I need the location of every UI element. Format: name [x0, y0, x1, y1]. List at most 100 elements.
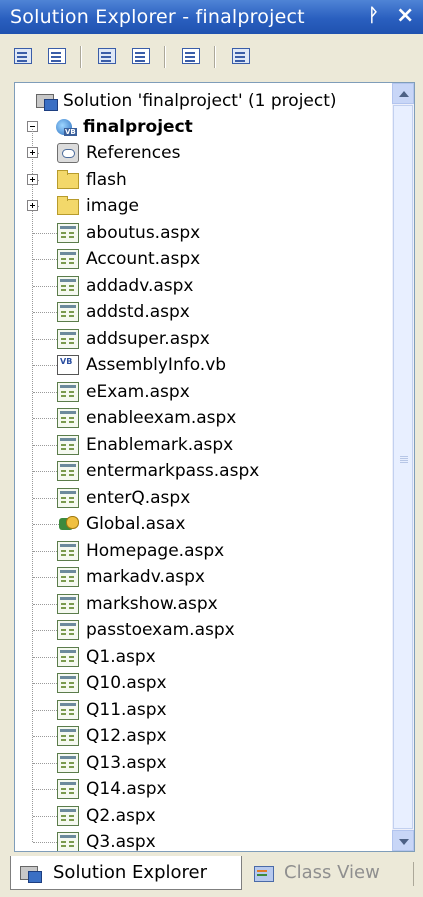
view-designer-button[interactable]: [178, 44, 204, 68]
tree-node-label: entermarkpass.aspx: [86, 461, 260, 481]
tree-node-item[interactable]: passtoexam.aspx: [15, 618, 389, 644]
toolbar-separator: [80, 46, 82, 68]
vertical-scrollbar[interactable]: [392, 83, 414, 851]
tree-guide-line: [33, 232, 59, 234]
aspx-page-icon: [57, 805, 79, 826]
tree-guide-line: [33, 338, 59, 340]
scroll-down-button[interactable]: [392, 830, 414, 851]
aspx-page-icon: [57, 699, 79, 720]
tree-node-label: markadv.aspx: [86, 567, 205, 587]
copy-web-site-button[interactable]: [228, 44, 254, 68]
tree-guide-line: [33, 285, 59, 287]
title-bar: Solution Explorer - finalproject ᚹ ×: [0, 0, 423, 34]
tree-node-label: flash: [86, 169, 127, 190]
tree-guide-line: [33, 736, 59, 737]
tree-guide-line: [33, 683, 59, 684]
close-icon[interactable]: ×: [396, 3, 414, 28]
folder-icon: [57, 169, 79, 189]
tree-node-item[interactable]: Enablemark.aspx: [15, 433, 389, 459]
tab-class-view[interactable]: Class View: [244, 856, 420, 890]
aspx-page-icon: [57, 779, 79, 799]
tree-node-project[interactable]: finalproject: [15, 115, 389, 141]
aspx-page-icon: [57, 593, 79, 614]
aspx-page-icon: [57, 832, 79, 851]
aspx-page-icon: [57, 275, 79, 296]
tree-node-item[interactable]: aboutus.aspx: [15, 221, 389, 247]
tree-node-item[interactable]: AssemblyInfo.vb: [15, 353, 389, 379]
aspx-page-icon: [57, 646, 79, 667]
aspx-page-icon: [57, 487, 79, 508]
aspx-page-icon: [57, 249, 79, 269]
tree-node-item[interactable]: Q1.aspx: [15, 645, 389, 671]
tree-node-item[interactable]: Homepage.aspx: [15, 539, 389, 565]
tree-node-label: eExam.aspx: [86, 381, 190, 402]
grip-icon: [400, 456, 408, 457]
aspx-page-icon: [57, 328, 79, 349]
tab-label: Solution Explorer: [53, 862, 207, 883]
toolbar-separator: [214, 46, 216, 68]
bottom-tab-strip: Solution Explorer Class View: [0, 852, 423, 897]
tree-node-item[interactable]: Account.aspx: [15, 247, 389, 273]
toolbar: [0, 34, 423, 82]
tree-node-item[interactable]: addadv.aspx: [15, 274, 389, 300]
global-asax-icon: [57, 514, 79, 534]
pin-icon[interactable]: ᚹ: [368, 5, 379, 26]
tree-guide-line: [33, 815, 59, 817]
tree-guide-line: [33, 656, 59, 658]
show-all-files-button[interactable]: [44, 44, 70, 68]
tree-guide-line: [33, 842, 59, 843]
aspx-page-icon: [57, 567, 79, 587]
chevron-up-icon: [399, 91, 409, 97]
refresh-icon: [98, 48, 116, 64]
tree-node-item[interactable]: image: [15, 194, 389, 220]
tree-node-item[interactable]: entermarkpass.aspx: [15, 459, 389, 485]
tree-guide-line: [33, 577, 59, 578]
tree-node-item[interactable]: Q3.aspx: [15, 830, 389, 852]
tree-node-item[interactable]: addsuper.aspx: [15, 327, 389, 353]
aspx-page-icon: [57, 540, 79, 561]
tree-node-item[interactable]: Q10.aspx: [15, 671, 389, 697]
aspx-page-icon: [57, 461, 79, 481]
tree-node-label: Solution 'finalproject' (1 project): [63, 91, 337, 111]
tree-node-label: Q1.aspx: [86, 646, 156, 667]
expand-icon[interactable]: [27, 147, 38, 158]
tree-node-label: enterQ.aspx: [86, 487, 191, 508]
tree-node-item[interactable]: Q14.aspx: [15, 777, 389, 803]
tree-node-label: addstd.aspx: [86, 302, 190, 322]
tree-node-item[interactable]: eExam.aspx: [15, 380, 389, 406]
tree-node-item[interactable]: Q13.aspx: [15, 751, 389, 777]
tree-node-label: Q3.aspx: [86, 832, 156, 852]
window-title: Solution Explorer - finalproject: [10, 6, 305, 28]
tree-node-item[interactable]: Q12.aspx: [15, 724, 389, 750]
tree-node-item[interactable]: markshow.aspx: [15, 592, 389, 618]
view-code-button[interactable]: [128, 44, 154, 68]
tree-guide-line: [33, 630, 59, 631]
tree-node-item[interactable]: addstd.aspx: [15, 300, 389, 326]
tree-node-item[interactable]: flash: [15, 168, 389, 194]
scroll-up-button[interactable]: [392, 83, 414, 104]
tree-node-label: Account.aspx: [86, 249, 201, 269]
expand-icon[interactable]: [27, 173, 38, 185]
tree-node-item[interactable]: markadv.aspx: [15, 565, 389, 591]
aspx-page-icon: [57, 726, 79, 746]
tree-node-item[interactable]: Global.asax: [15, 512, 389, 538]
expand-icon[interactable]: [27, 200, 38, 211]
tree-node-label: Q11.aspx: [86, 699, 167, 720]
tree-node-item[interactable]: enterQ.aspx: [15, 486, 389, 512]
properties-icon: [14, 48, 32, 64]
tree-node-solution[interactable]: Solution 'finalproject' (1 project): [15, 89, 389, 115]
tree-node-item[interactable]: Q11.aspx: [15, 698, 389, 724]
tree-node-item[interactable]: enableexam.aspx: [15, 406, 389, 432]
refresh-button[interactable]: [94, 44, 120, 68]
tree-node-item[interactable]: References: [15, 141, 389, 167]
tree-node-item[interactable]: Q2.aspx: [15, 804, 389, 830]
references-icon: [57, 143, 79, 163]
tab-solution-explorer[interactable]: Solution Explorer: [10, 856, 242, 890]
tree-guide-line: [33, 550, 59, 552]
solution-tree[interactable]: Solution 'finalproject' (1 project) fina…: [14, 82, 415, 852]
scroll-thumb[interactable]: [393, 105, 413, 829]
vb-file-icon: [57, 355, 79, 375]
tree-guide-line: [33, 259, 59, 260]
aspx-page-icon: [57, 752, 79, 773]
properties-button[interactable]: [10, 44, 36, 68]
